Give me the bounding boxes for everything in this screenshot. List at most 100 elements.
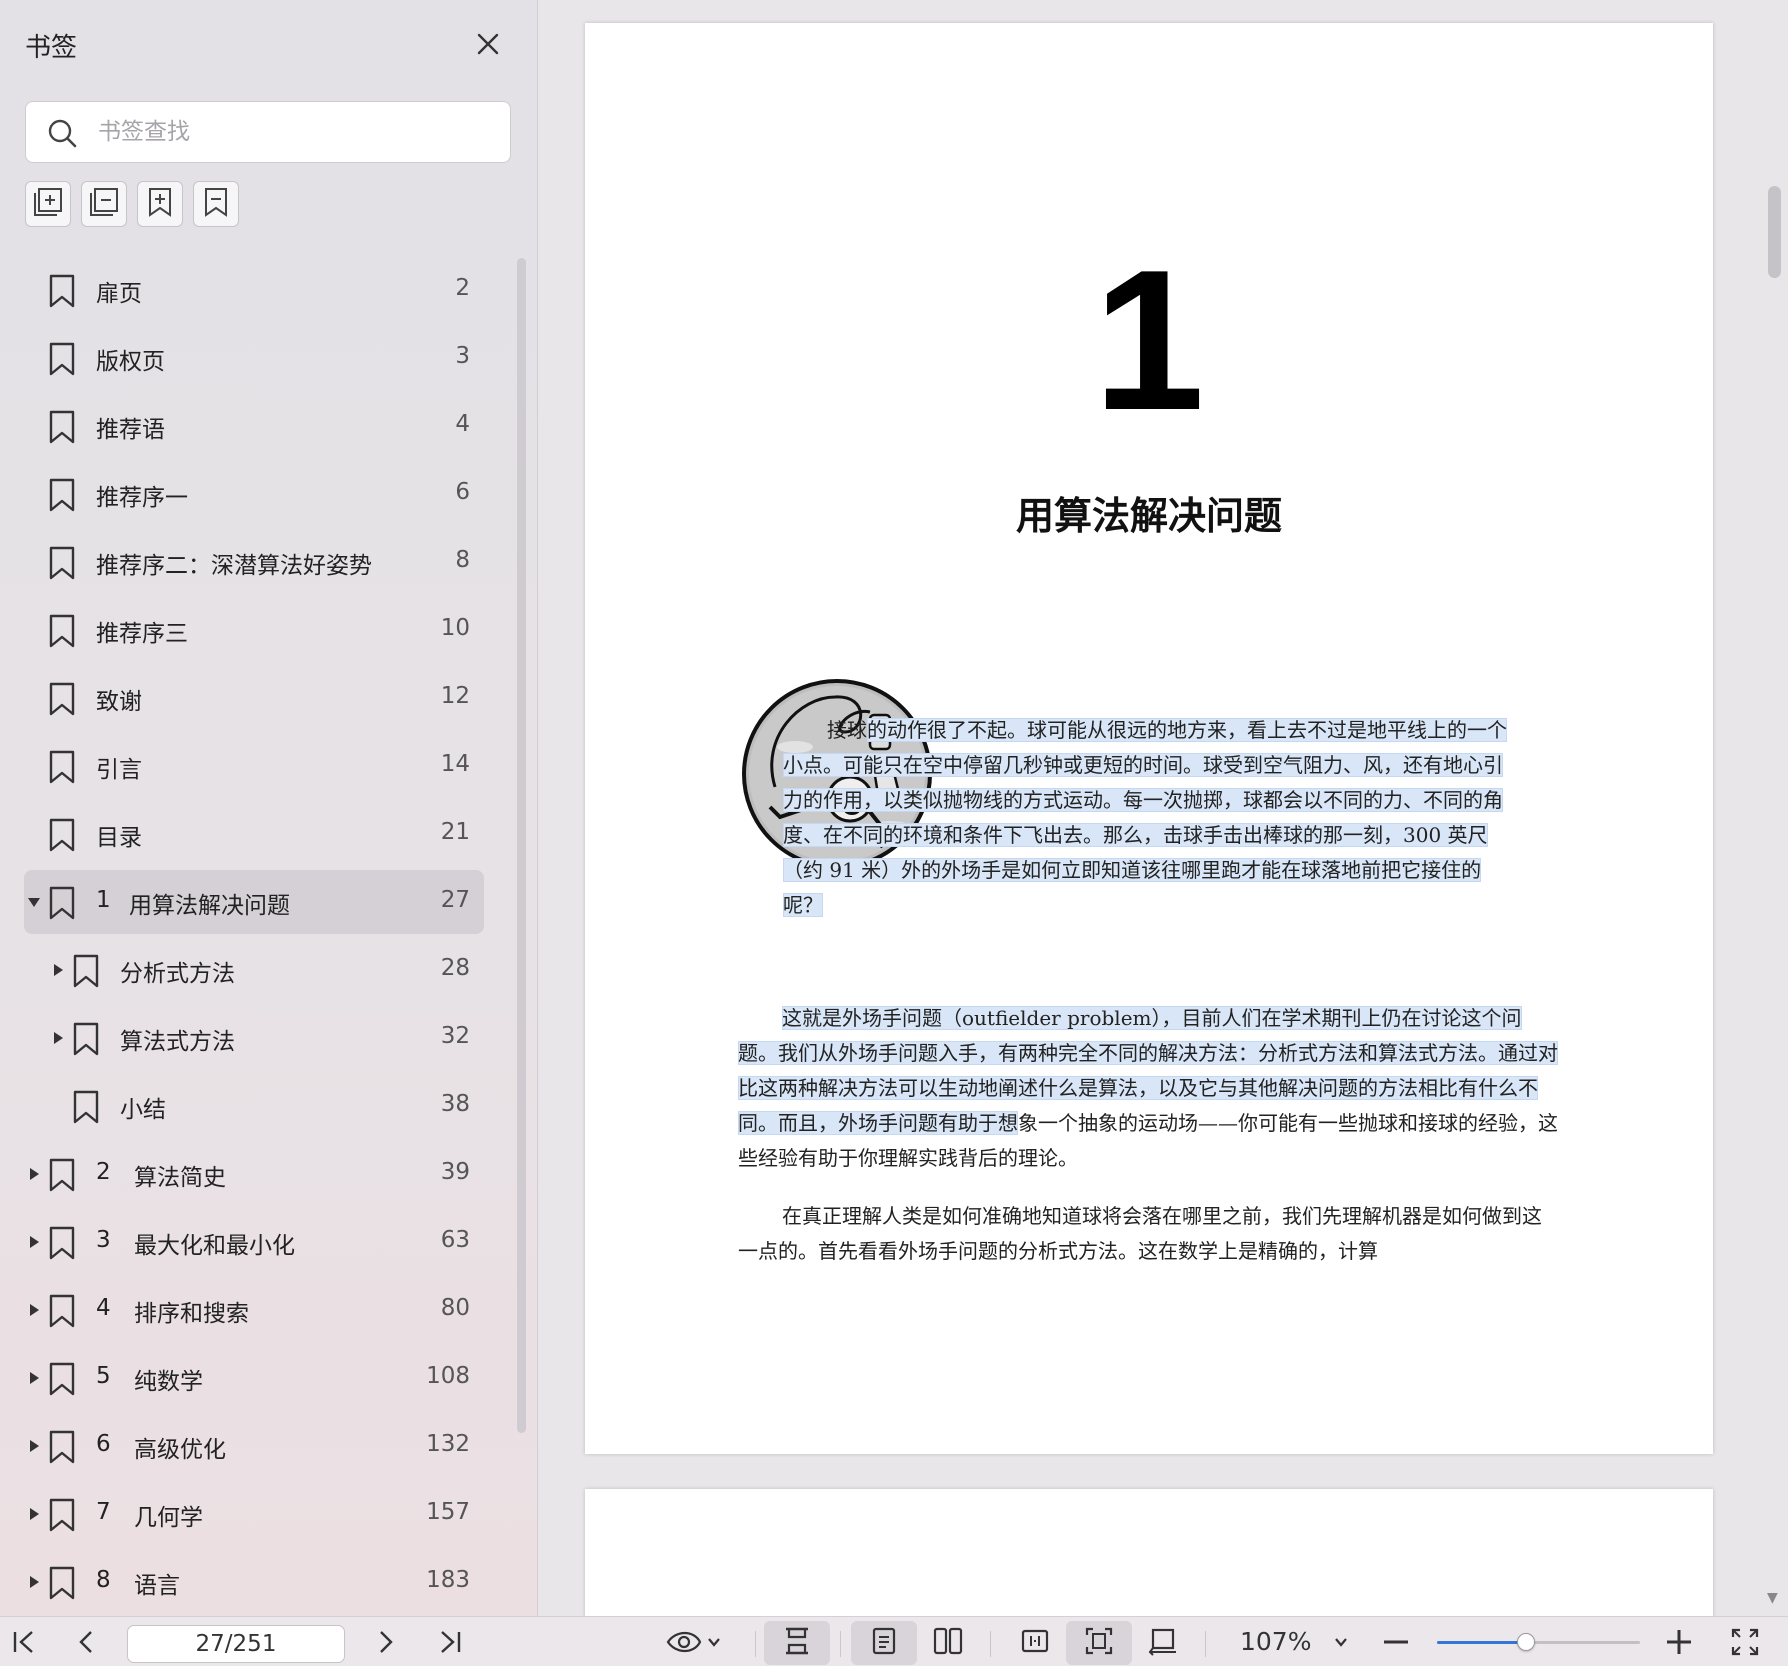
two-page-button[interactable] [915, 1621, 981, 1665]
paragraph-1-highlight: 的动作很了不起。球可能从很远的地方来，看上去不过是地平线上的一个小点。可能只在空… [783, 718, 1507, 917]
bookmark-item[interactable]: 8 语言 183 [24, 1550, 484, 1614]
bookmark-number: 3 [96, 1227, 111, 1253]
collapsed-arrow-icon[interactable] [30, 1372, 39, 1384]
bookmark-page-number: 6 [455, 479, 470, 505]
chevron-down-icon[interactable] [1325, 1626, 1357, 1658]
bookmark-search-box[interactable] [25, 101, 511, 163]
eye-icon[interactable] [666, 1626, 726, 1658]
bookmark-icon [48, 886, 76, 920]
bookmark-item[interactable]: 推荐序三 10 [24, 598, 484, 662]
bookmark-page-number: 28 [440, 955, 470, 981]
bookmark-icon [48, 750, 76, 784]
bookmark-icon [48, 1362, 76, 1396]
next-page-icon[interactable] [370, 1626, 402, 1658]
expand-all-button[interactable] [25, 181, 71, 227]
bookmark-item[interactable]: 3 最大化和最小化 63 [24, 1210, 484, 1274]
zoom-out-icon[interactable] [1380, 1626, 1412, 1658]
bookmark-item[interactable]: 扉页 2 [24, 258, 484, 322]
collapsed-arrow-icon[interactable] [54, 964, 63, 976]
prev-page-icon[interactable] [70, 1626, 102, 1658]
fullscreen-icon[interactable] [1729, 1626, 1761, 1658]
bookmark-page-number: 4 [455, 411, 470, 437]
page-number-field[interactable]: 27/251 [127, 1625, 345, 1663]
bookmark-item[interactable]: 4 排序和搜索 80 [24, 1278, 484, 1342]
fit-width-icon [1019, 1625, 1051, 1661]
bookmark-page-number: 80 [440, 1295, 470, 1321]
bookmark-icon [72, 1022, 100, 1056]
bookmark-item[interactable]: 推荐语 4 [24, 394, 484, 458]
bookmark-page-number: 157 [426, 1499, 470, 1525]
bookmark-icon [48, 546, 76, 580]
bookmark-item[interactable]: 目录 21 [24, 802, 484, 866]
collapsed-arrow-icon[interactable] [30, 1440, 39, 1452]
collapsed-arrow-icon[interactable] [30, 1576, 39, 1588]
bookmark-item[interactable]: 分析式方法 28 [24, 938, 484, 1002]
bookmark-page-number: 63 [440, 1227, 470, 1253]
scroll-down-icon[interactable]: ▼ [1767, 1590, 1778, 1606]
bookmark-icon [48, 342, 76, 376]
expanded-arrow-icon[interactable] [28, 898, 40, 907]
bookmark-search-input[interactable] [98, 112, 498, 152]
chapter-title: 用算法解决问题 [1015, 494, 1282, 538]
fit-page-button[interactable] [1066, 1621, 1132, 1665]
collapsed-arrow-icon[interactable] [54, 1032, 63, 1044]
separator [840, 1631, 841, 1657]
collapsed-arrow-icon[interactable] [30, 1304, 39, 1316]
collapsed-arrow-icon[interactable] [30, 1168, 39, 1180]
two-page-icon [932, 1625, 964, 1661]
bookmark-number: 8 [96, 1567, 111, 1593]
document-scrollbar[interactable] [1768, 186, 1781, 278]
remove-bookmark-button[interactable] [193, 181, 239, 227]
bookmark-label: 算法简史 [134, 1165, 226, 1191]
paragraph-2: 这就是外场手问题（outfielder problem），目前人们在学术期刊上仍… [738, 1001, 1558, 1176]
bookmark-item[interactable]: 小结 38 [24, 1074, 484, 1138]
rotate-button[interactable] [1130, 1621, 1196, 1665]
bookmark-number: 1 [96, 887, 111, 913]
fit-width-button[interactable] [1002, 1621, 1068, 1665]
bookmark-page-number: 8 [455, 547, 470, 573]
zoom-slider[interactable] [1437, 1633, 1640, 1651]
bookmark-item[interactable]: 1 用算法解决问题 27 [24, 870, 484, 934]
bookmark-item[interactable]: 致谢 12 [24, 666, 484, 730]
bookmark-label: 最大化和最小化 [134, 1233, 295, 1259]
single-page-button[interactable] [851, 1621, 917, 1665]
bookmark-item[interactable]: 引言 14 [24, 734, 484, 798]
bookmark-item[interactable]: 推荐序一 6 [24, 462, 484, 526]
sidebar-scrollbar[interactable] [517, 258, 526, 1433]
bookmark-page-number: 39 [440, 1159, 470, 1185]
bookmark-item[interactable]: 算法式方法 32 [24, 1006, 484, 1070]
bookmark-item[interactable]: 5 纯数学 108 [24, 1346, 484, 1410]
bookmark-number: 5 [96, 1363, 111, 1389]
separator [755, 1631, 756, 1657]
bookmark-icon [48, 410, 76, 444]
bookmark-label: 高级优化 [134, 1437, 226, 1463]
bookmark-icon [48, 1226, 76, 1260]
bookmark-item[interactable]: 7 几何学 157 [24, 1482, 484, 1546]
bookmark-item[interactable]: 推荐序二：深潜算法好姿势 8 [24, 530, 484, 594]
bookmark-label: 扉页 [96, 281, 142, 307]
sidebar-title: 书签 [25, 33, 78, 63]
bookmark-icon [200, 186, 232, 222]
bookmark-label: 几何学 [134, 1505, 203, 1531]
search-icon [46, 117, 78, 149]
continuous-scroll-button[interactable] [764, 1621, 830, 1665]
bookmark-page-number: 3 [455, 343, 470, 369]
bookmark-page-number: 183 [426, 1567, 470, 1593]
bookmark-item[interactable]: 版权页 3 [24, 326, 484, 390]
zoom-in-icon[interactable] [1663, 1626, 1695, 1658]
collapsed-arrow-icon[interactable] [30, 1508, 39, 1520]
bookmark-item[interactable]: 6 高级优化 132 [24, 1414, 484, 1478]
zoom-level[interactable]: 107% [1240, 1627, 1311, 1656]
add-bookmark-button[interactable] [137, 181, 183, 227]
last-page-icon[interactable] [434, 1626, 466, 1658]
first-page-icon[interactable] [8, 1626, 40, 1658]
bookmark-label: 推荐序二：深潜算法好姿势 [96, 553, 372, 579]
bookmark-icon [72, 954, 100, 988]
zoom-slider-thumb[interactable] [1517, 1633, 1536, 1651]
collapse-all-button[interactable] [81, 181, 127, 227]
paragraph-1: 接球的动作很了不起。球可能从很远的地方来，看上去不过是地平线上的一个小点。可能只… [783, 713, 1518, 923]
bookmark-item[interactable]: 2 算法简史 39 [24, 1142, 484, 1206]
close-icon[interactable] [470, 26, 506, 62]
collapsed-arrow-icon[interactable] [30, 1236, 39, 1248]
paragraph-3: 在真正理解人类是如何准确地知道球将会落在哪里之前，我们先理解机器是如何做到这一点… [738, 1204, 1542, 1263]
